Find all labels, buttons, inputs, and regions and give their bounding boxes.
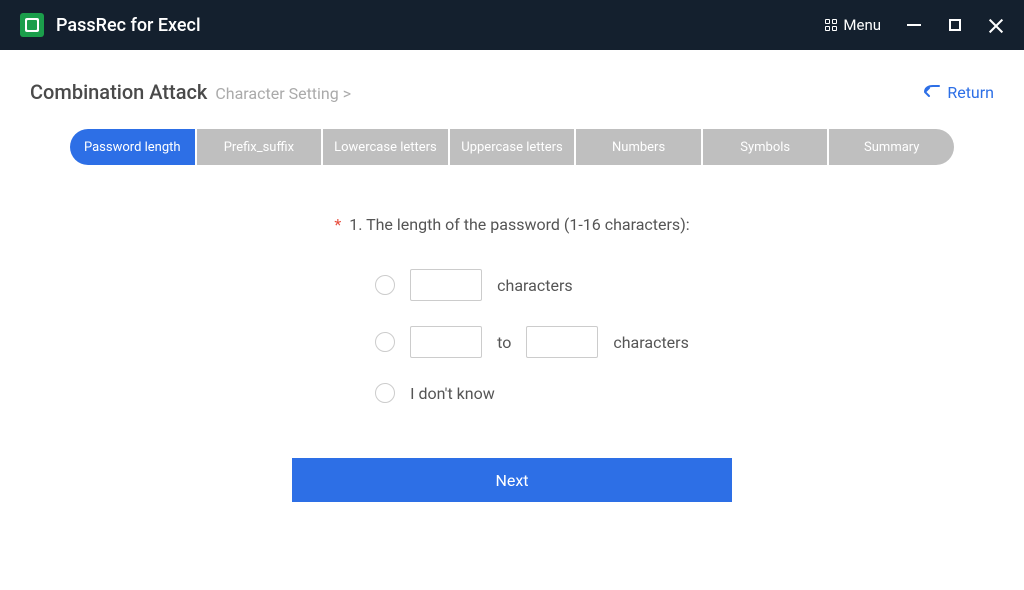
form-area: * 1. The length of the password (1-16 ch… [30,215,994,502]
option-exact-suffix: characters [497,276,572,295]
tab-uppercase[interactable]: Uppercase letters [450,129,575,165]
input-max-length[interactable] [526,326,598,358]
return-label: Return [947,83,994,102]
range-to-label: to [497,333,511,352]
minimize-button[interactable] [906,17,922,33]
return-icon [923,85,941,99]
tabs: Password length Prefix_suffix Lowercase … [70,129,954,165]
minimize-icon [907,24,921,26]
header-row: Combination Attack Character Setting > R… [30,80,994,104]
option-range-length: to characters [375,326,689,358]
input-min-length[interactable] [410,326,482,358]
next-button[interactable]: Next [292,458,732,502]
close-icon [988,17,1004,33]
app-title: PassRec for Execl [56,15,825,36]
maximize-button[interactable] [947,17,963,33]
tab-symbols[interactable]: Symbols [703,129,828,165]
option-unknown: I don't know [375,383,495,403]
menu-grid-icon [825,19,837,31]
radio-range[interactable] [375,332,395,352]
tab-lowercase[interactable]: Lowercase letters [323,129,448,165]
radio-unknown[interactable] [375,383,395,403]
page-title: Combination Attack [30,80,207,104]
tab-password-length[interactable]: Password length [70,129,195,165]
options-group: characters to characters I don't know [335,269,689,403]
option-unknown-label: I don't know [410,384,495,403]
required-mark: * [334,215,341,234]
menu-button[interactable]: Menu [825,16,881,34]
option-exact-length: characters [375,269,572,301]
tab-numbers[interactable]: Numbers [576,129,701,165]
menu-label: Menu [843,16,881,34]
return-link[interactable]: Return [923,83,994,102]
close-button[interactable] [988,17,1004,33]
page-heading: Combination Attack Character Setting > [30,80,351,104]
maximize-icon [949,19,961,31]
question-text: 1. The length of the password (1-16 char… [349,215,689,234]
titlebar: PassRec for Execl Menu [0,0,1024,50]
main-content: Combination Attack Character Setting > R… [0,50,1024,590]
input-exact-length[interactable] [410,269,482,301]
app-icon [20,13,44,37]
tab-summary[interactable]: Summary [829,129,954,165]
breadcrumb: Character Setting > [215,84,351,103]
tab-prefix-suffix[interactable]: Prefix_suffix [197,129,322,165]
question-label: * 1. The length of the password (1-16 ch… [334,215,689,234]
window-controls [906,17,1004,33]
option-range-suffix: characters [613,333,688,352]
radio-exact[interactable] [375,275,395,295]
